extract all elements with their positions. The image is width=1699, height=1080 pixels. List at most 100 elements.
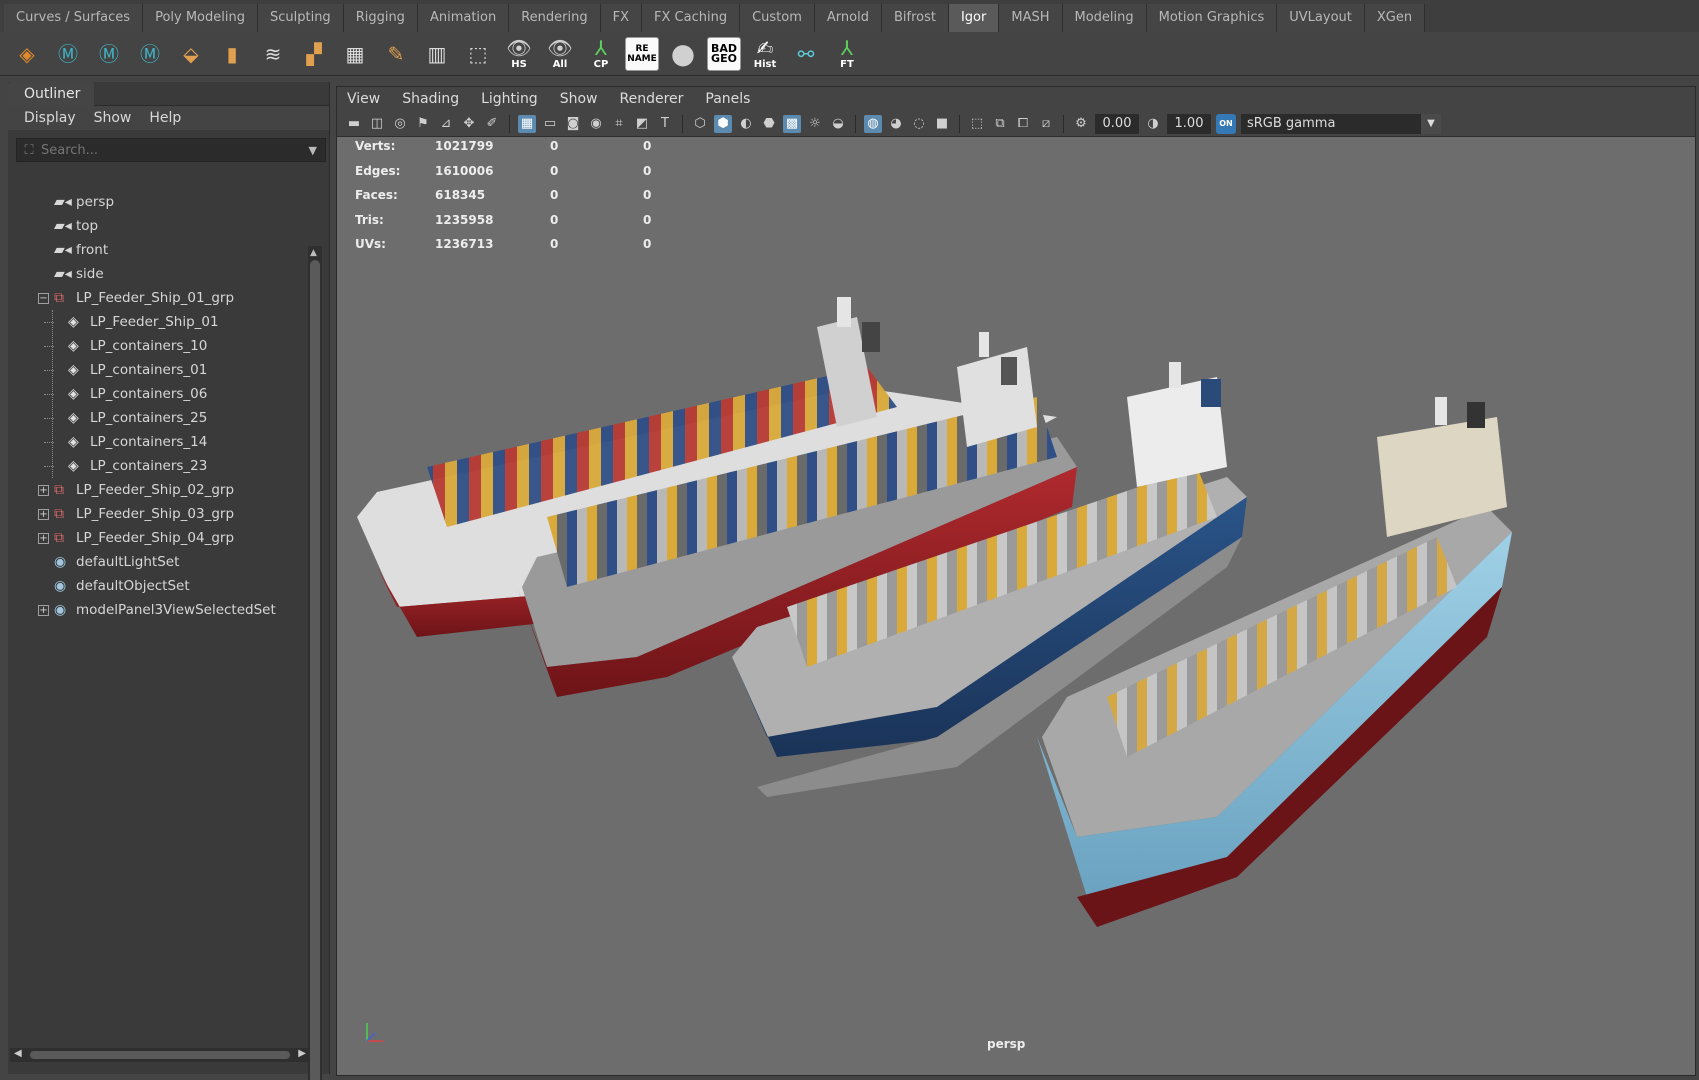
shelf-tab-custom[interactable]: Custom [740, 4, 815, 32]
exposure-field[interactable]: 0.00 [1095, 113, 1139, 134]
scroll-thumb[interactable] [30, 1051, 290, 1059]
outliner-item[interactable]: + ⧉ LP_Feeder_Ship_02_grp [16, 478, 306, 502]
shelf-tool-4[interactable]: Ⓜ [133, 37, 167, 71]
shelf-tool-9[interactable]: ▦ [338, 37, 372, 71]
shelf-tab-motion-graphics[interactable]: Motion Graphics [1146, 4, 1278, 32]
show-all-button[interactable]: 👁 All [543, 37, 577, 71]
outliner-menu-display[interactable]: Display [24, 106, 76, 130]
outliner-item[interactable]: ◈ LP_Feeder_Ship_01 [16, 310, 306, 334]
grid-icon[interactable]: ▦ [518, 114, 536, 133]
shelf-tab-curves-surfaces[interactable]: Curves / Surfaces [4, 4, 144, 32]
outliner-item[interactable]: ▰◂ top [16, 214, 306, 238]
outliner-item[interactable]: + ◉ modelPanel3ViewSelectedSet [16, 598, 306, 622]
color-space-dropdown[interactable]: sRGB gamma ▼ [1241, 113, 1441, 134]
outliner-item[interactable]: ◈ LP_containers_23 [16, 454, 306, 478]
outliner-vertical-scrollbar[interactable]: ▲ ▼ [308, 246, 322, 1080]
textured-icon[interactable]: ▩ [783, 114, 801, 133]
viewport-menu-panels[interactable]: Panels [705, 87, 750, 111]
outliner-search-input[interactable] [41, 142, 291, 158]
shelf-tab-rigging[interactable]: Rigging [343, 4, 418, 32]
xray-joints-icon[interactable]: ⧠ [1014, 115, 1032, 133]
outliner-item[interactable]: ◉ defaultLightSet [16, 550, 306, 574]
wireframe-on-shaded-icon[interactable]: ⬣ [760, 115, 778, 133]
resolution-gate-icon[interactable]: ◙ [564, 115, 582, 133]
outliner-item[interactable]: − ⧉ LP_Feeder_Ship_01_grp [16, 286, 306, 310]
viewport-menu-shading[interactable]: Shading [402, 87, 459, 111]
scroll-left-icon[interactable]: ◀ [14, 1048, 22, 1059]
delete-history-button[interactable]: ✍ Hist [748, 37, 782, 71]
viewport-menu-view[interactable]: View [347, 87, 380, 111]
scroll-up-icon[interactable]: ▲ [310, 248, 317, 258]
shelf-tool-8[interactable]: ▞ [297, 37, 331, 71]
outliner-search-box[interactable]: ⛶ ▼ [16, 138, 326, 162]
shelf-tool-1[interactable]: ◈ [10, 37, 44, 71]
outliner-item[interactable]: ◈ LP_containers_10 [16, 334, 306, 358]
shelf-tool-blend[interactable]: ⚯ [789, 37, 823, 71]
material-sphere-button[interactable]: ● [666, 37, 700, 71]
shelf-tab-uvlayout[interactable]: UVLayout [1277, 4, 1365, 32]
outliner-item[interactable]: ▰◂ persp [16, 190, 306, 214]
chevron-down-icon[interactable]: ▼ [309, 144, 317, 157]
bad-geo-button[interactable]: BAD GEO [707, 36, 741, 71]
shelf-tool-7[interactable]: ≋ [256, 37, 290, 71]
outliner-item[interactable]: ◉ defaultObjectSet [16, 574, 306, 598]
outliner-item[interactable]: ▰◂ side [16, 262, 306, 286]
film-gate-icon[interactable]: ▭ [541, 115, 559, 133]
gate-mask-icon[interactable]: ◉ [587, 115, 605, 133]
outliner-item[interactable]: + ⧉ LP_Feeder_Ship_04_grp [16, 526, 306, 550]
rename-button[interactable]: RE NAME [625, 36, 659, 71]
shelf-tab-sculpting[interactable]: Sculpting [257, 4, 344, 32]
expand-icon[interactable]: + [38, 484, 49, 496]
multisample-aa-icon[interactable]: ◌ [910, 115, 928, 133]
gamma-icon[interactable]: ◑ [1144, 115, 1162, 133]
outliner-item[interactable]: ◈ LP_containers_06 [16, 382, 306, 406]
shelf-tab-igor[interactable]: Igor [948, 4, 1000, 32]
scroll-thumb[interactable] [310, 260, 320, 1080]
expand-icon[interactable]: + [38, 604, 49, 616]
outliner-menu-show[interactable]: Show [94, 106, 132, 130]
expand-icon[interactable]: + [38, 532, 49, 544]
screen-space-ao-icon[interactable]: ◍ [864, 114, 882, 133]
camera-bookmark-icon[interactable]: ◎ [391, 115, 409, 133]
wireframe-icon[interactable]: ⬡ [691, 115, 709, 133]
shelf-tool-2[interactable]: Ⓜ [51, 37, 85, 71]
viewport-menu-show[interactable]: Show [560, 87, 598, 111]
outliner-menu-help[interactable]: Help [149, 106, 181, 130]
freeze-transforms-button[interactable]: ⅄ FT [830, 37, 864, 71]
2d-pan-icon[interactable]: ✥ [460, 115, 478, 133]
default-material-icon[interactable]: ◐ [737, 115, 755, 133]
shelf-tab-poly-modeling[interactable]: Poly Modeling [143, 4, 258, 32]
shelf-tab-arnold[interactable]: Arnold [814, 4, 882, 32]
shelf-tool-10[interactable]: ✎ [379, 37, 413, 71]
color-management-toggle[interactable]: ON [1216, 113, 1236, 134]
camera-attributes-icon[interactable]: ◫ [368, 115, 386, 133]
shelf-tool-6[interactable]: ▮ [215, 37, 249, 71]
gamma-field[interactable]: 1.00 [1167, 113, 1211, 134]
safe-action-icon[interactable]: ◩ [633, 115, 651, 133]
ship-4-model[interactable] [1037, 397, 1512, 927]
field-chart-icon[interactable]: ⌗ [610, 115, 628, 133]
xray-active-icon[interactable]: ⧄ [1037, 115, 1055, 133]
shelf-tool-3[interactable]: Ⓜ [92, 37, 126, 71]
3d-viewport-canvas[interactable]: Verts: 1021799 0 0 Edges: 1610006 0 0 Faces: 6183… [337, 137, 1695, 1075]
safe-title-icon[interactable]: T [656, 115, 674, 133]
outliner-item[interactable]: ◈ LP_containers_25 [16, 406, 306, 430]
collapse-icon[interactable]: − [38, 292, 49, 304]
outliner-item[interactable]: + ⧉ LP_Feeder_Ship_03_grp [16, 502, 306, 526]
viewport-menu-lighting[interactable]: Lighting [481, 87, 538, 111]
hide-selected-button[interactable]: 👁 HS [502, 37, 536, 71]
shelf-tab-rendering[interactable]: Rendering [509, 4, 601, 32]
xray-icon[interactable]: ⧉ [991, 115, 1009, 133]
outliner-item[interactable]: ◈ LP_containers_01 [16, 358, 306, 382]
chevron-down-icon[interactable]: ▼ [1421, 113, 1441, 134]
expand-icon[interactable]: + [38, 508, 49, 520]
outliner-horizontal-scrollbar[interactable]: ◀ ▶ [10, 1048, 310, 1062]
shelf-tab-modeling[interactable]: Modeling [1062, 4, 1147, 32]
use-all-lights-icon[interactable]: ☼ [806, 115, 824, 133]
scroll-right-icon[interactable]: ▶ [298, 1048, 306, 1059]
shelf-tool-5[interactable]: ⬙ [174, 37, 208, 71]
shelf-tool-11[interactable]: ▥ [420, 37, 454, 71]
exposure-icon[interactable]: ⚙ [1072, 115, 1090, 133]
grease-pencil-icon[interactable]: ✐ [483, 115, 501, 133]
shelf-tool-12[interactable]: ⬚ [461, 37, 495, 71]
